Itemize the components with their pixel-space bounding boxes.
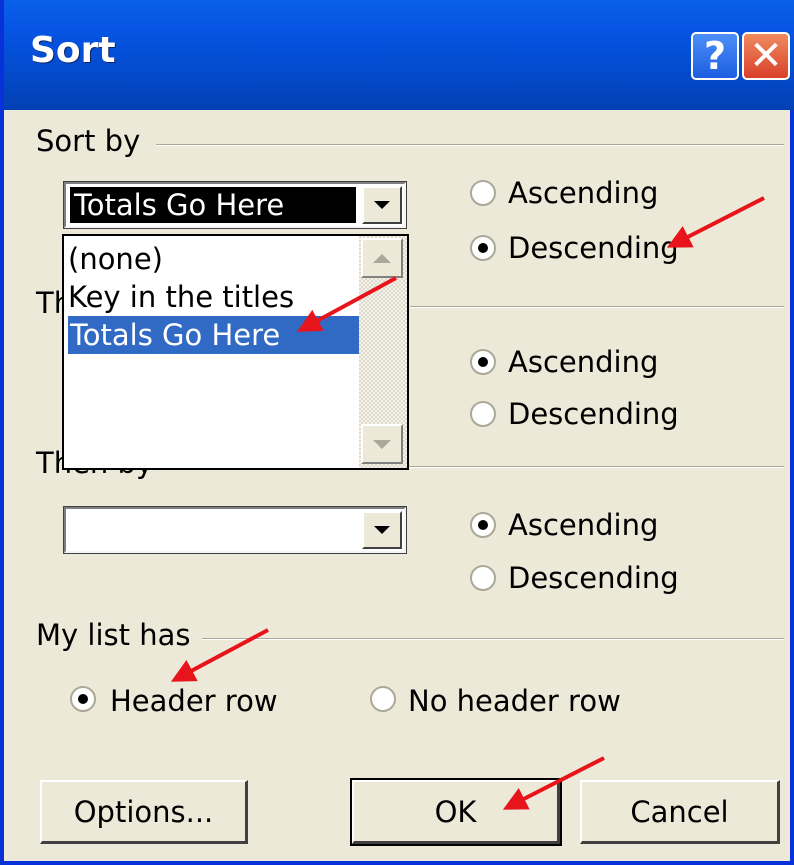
annotation-arrow: [666, 196, 765, 248]
no-header-row-label[interactable]: No header row: [408, 684, 621, 718]
sort-by-ascending-label[interactable]: Ascending: [508, 176, 658, 210]
my-list-has-divider: [202, 638, 784, 640]
sort-by-descending-radio[interactable]: [470, 235, 496, 261]
chevron-down-icon[interactable]: [362, 511, 402, 549]
sort-by-descending-label[interactable]: Descending: [508, 231, 679, 265]
list-item[interactable]: (none): [68, 240, 358, 278]
sort-by-dropdown-list[interactable]: (none) Key in the titles Totals Go Here: [62, 234, 409, 470]
close-icon[interactable]: ✕: [742, 32, 790, 80]
header-row-label[interactable]: Header row: [110, 684, 278, 718]
sort-by-combobox[interactable]: Totals Go Here: [63, 181, 407, 229]
dialog-title: Sort: [30, 30, 116, 71]
list-item-selected[interactable]: Totals Go Here: [68, 316, 360, 354]
then-by-2-ascending-radio[interactable]: [470, 512, 496, 538]
options-button[interactable]: Options...: [40, 780, 248, 844]
title-bar[interactable]: Sort ? ✕: [4, 0, 794, 110]
my-list-has-label: My list has: [36, 618, 191, 652]
chevron-down-icon[interactable]: [362, 186, 402, 224]
sort-by-divider: [156, 144, 784, 146]
list-item[interactable]: Key in the titles: [68, 278, 358, 316]
no-header-row-radio[interactable]: [370, 686, 396, 712]
then-by-1-descending-radio[interactable]: [470, 401, 496, 427]
then-by-2-combobox[interactable]: [63, 506, 407, 554]
then-by-1-descending-label[interactable]: Descending: [508, 397, 679, 431]
then-by-2-descending-radio[interactable]: [470, 565, 496, 591]
scroll-down-icon[interactable]: [361, 424, 403, 464]
then-by-1-ascending-radio[interactable]: [470, 349, 496, 375]
header-row-radio[interactable]: [70, 686, 96, 712]
ok-button[interactable]: OK: [350, 778, 562, 846]
sort-by-label: Sort by: [36, 124, 141, 158]
help-icon[interactable]: ?: [691, 32, 739, 80]
dropdown-scrollbar[interactable]: [359, 236, 407, 468]
sort-dialog: Sort ? ✕ Sort by Totals Go Here Ascendin…: [0, 0, 794, 865]
then-by-1-divider: [410, 306, 784, 308]
sort-by-ascending-radio[interactable]: [470, 180, 496, 206]
sort-by-value: Totals Go Here: [70, 187, 356, 223]
then-by-2-descending-label[interactable]: Descending: [508, 561, 679, 595]
then-by-1-ascending-label[interactable]: Ascending: [508, 345, 658, 379]
scroll-up-icon[interactable]: [361, 238, 403, 278]
cancel-button[interactable]: Cancel: [580, 780, 780, 844]
then-by-2-ascending-label[interactable]: Ascending: [508, 508, 658, 542]
